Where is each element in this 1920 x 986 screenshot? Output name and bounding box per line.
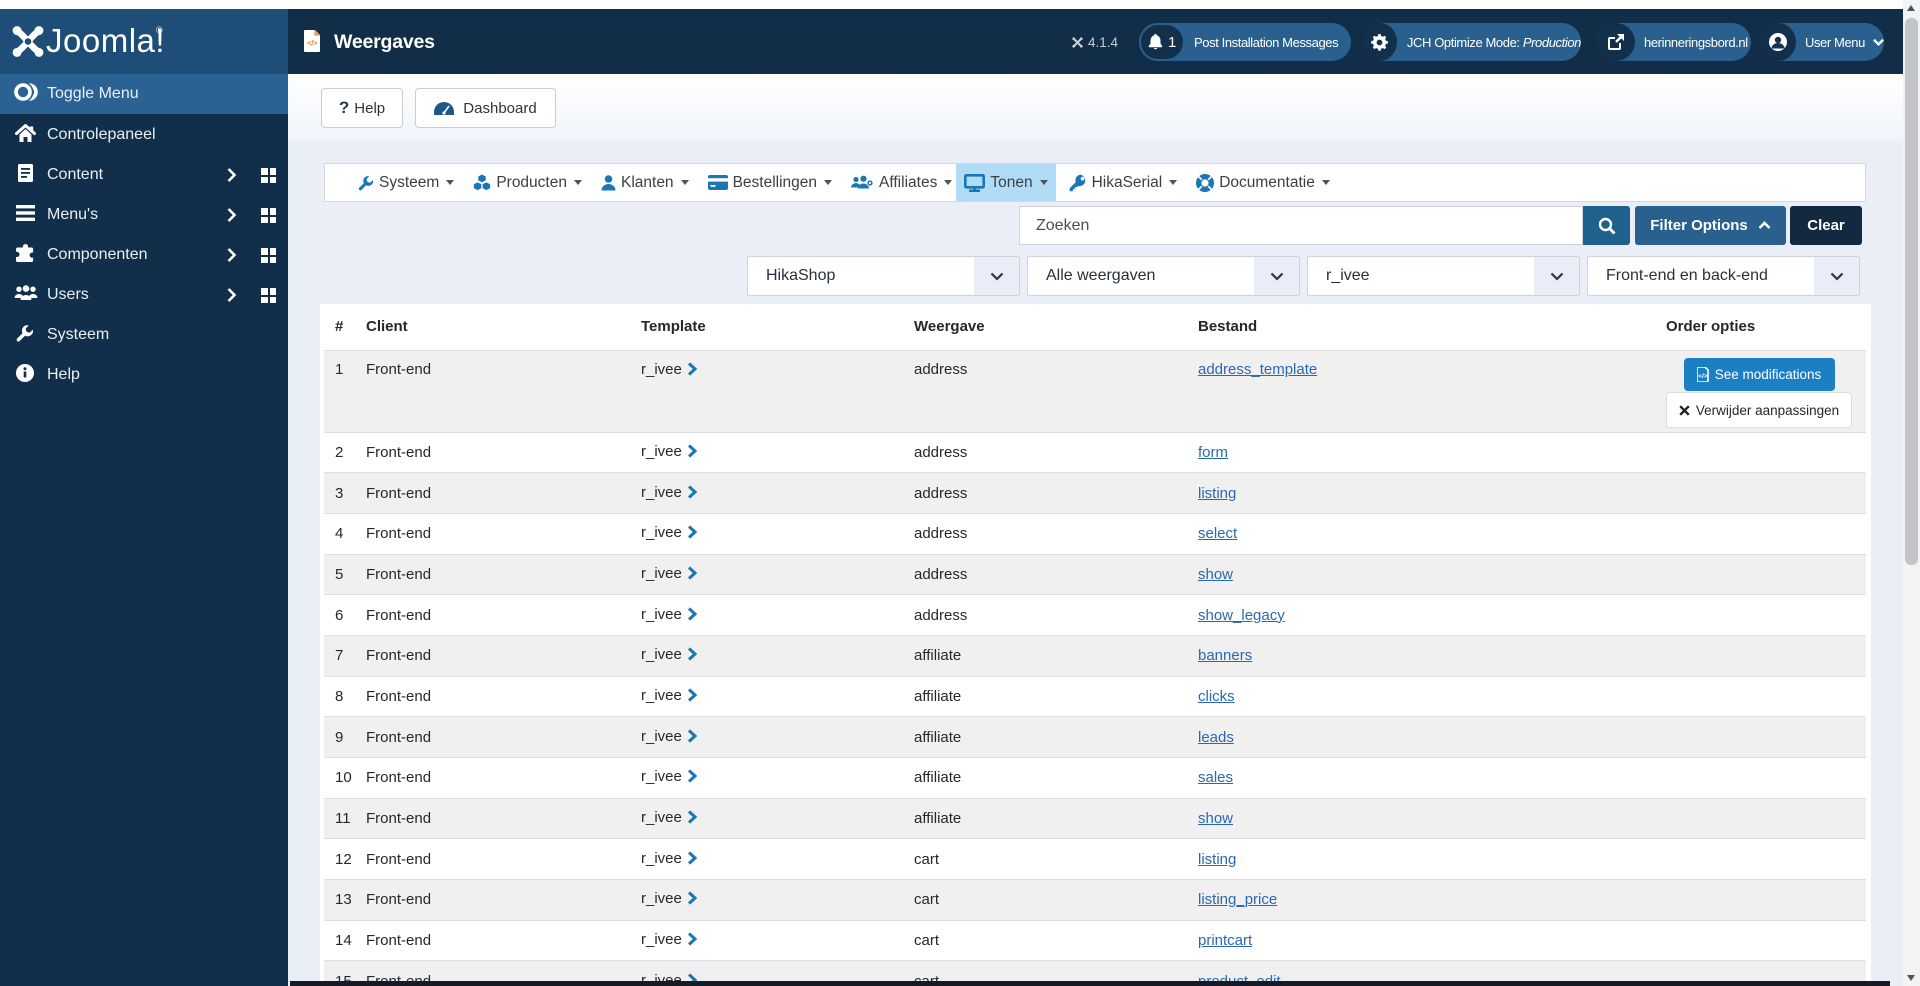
- svg-text:</>: </>: [1698, 373, 1708, 380]
- svg-text:</>: </>: [307, 39, 318, 48]
